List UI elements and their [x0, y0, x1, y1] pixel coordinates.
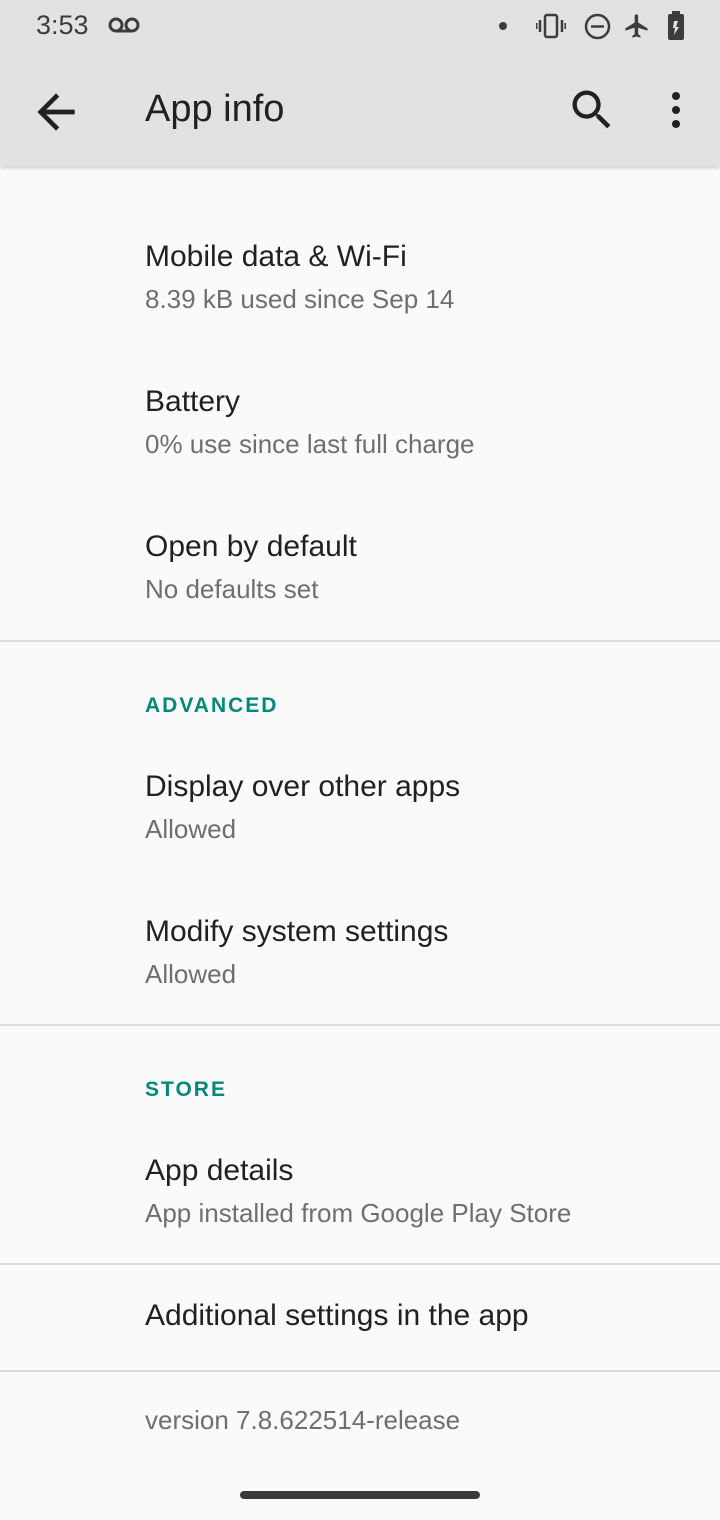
- item-subtitle: No defaults set: [145, 574, 319, 604]
- search-icon: [572, 90, 611, 129]
- item-title: App details: [145, 1154, 294, 1187]
- divider: [0, 1370, 720, 1372]
- item-title: Open by default: [145, 530, 357, 563]
- divider: [0, 640, 720, 642]
- list-item-modify-system-settings[interactable]: Modify system settings Allowed: [0, 895, 720, 1023]
- item-title: Mobile data & Wi-Fi: [145, 240, 407, 273]
- list-item-mobile-data[interactable]: Mobile data & Wi-Fi 8.39 kB used since S…: [0, 220, 720, 350]
- list-item-additional-settings[interactable]: Additional settings in the app: [0, 1265, 720, 1369]
- battery-icon: [668, 11, 684, 40]
- list-item-open-by-default[interactable]: Open by default No defaults set: [0, 510, 720, 640]
- vibrate-icon: [536, 13, 566, 39]
- back-button[interactable]: [28, 84, 84, 140]
- dot-icon: [499, 22, 507, 30]
- back-arrow-icon: [37, 93, 75, 131]
- item-subtitle: Allowed: [145, 959, 237, 989]
- item-title: Modify system settings: [145, 915, 449, 948]
- section-header-store: STORE: [145, 1078, 227, 1101]
- item-subtitle: 0% use since last full charge: [145, 429, 475, 459]
- item-title: Display over other apps: [145, 770, 461, 803]
- item-subtitle: 8.39 kB used since Sep 14: [145, 284, 455, 314]
- item-subtitle: Allowed: [145, 814, 237, 844]
- voicemail-icon: [108, 15, 140, 40]
- list-item-display-over-other-apps[interactable]: Display over other apps Allowed: [0, 750, 720, 880]
- search-button[interactable]: [566, 84, 618, 136]
- version-text: version 7.8.622514-release: [145, 1405, 461, 1435]
- divider: [0, 1024, 720, 1026]
- gesture-nav-handle[interactable]: [240, 1491, 480, 1499]
- list-item-app-details[interactable]: App details App installed from Google Pl…: [0, 1134, 720, 1262]
- more-options-button[interactable]: [656, 84, 696, 136]
- status-time: 3:53: [36, 10, 89, 40]
- item-subtitle: App installed from Google Play Store: [145, 1198, 572, 1228]
- airplane-icon: [625, 14, 648, 38]
- app-bar: App info: [0, 52, 720, 166]
- more-vert-icon: [672, 92, 680, 128]
- section-header-advanced: ADVANCED: [145, 694, 279, 717]
- do-not-disturb-icon: [584, 13, 611, 40]
- page-title: App info: [145, 88, 285, 130]
- status-bar: 3:53: [0, 0, 720, 52]
- item-title: Battery: [145, 385, 241, 418]
- item-title: Additional settings in the app: [145, 1299, 529, 1332]
- list-item-battery[interactable]: Battery 0% use since last full charge: [0, 365, 720, 495]
